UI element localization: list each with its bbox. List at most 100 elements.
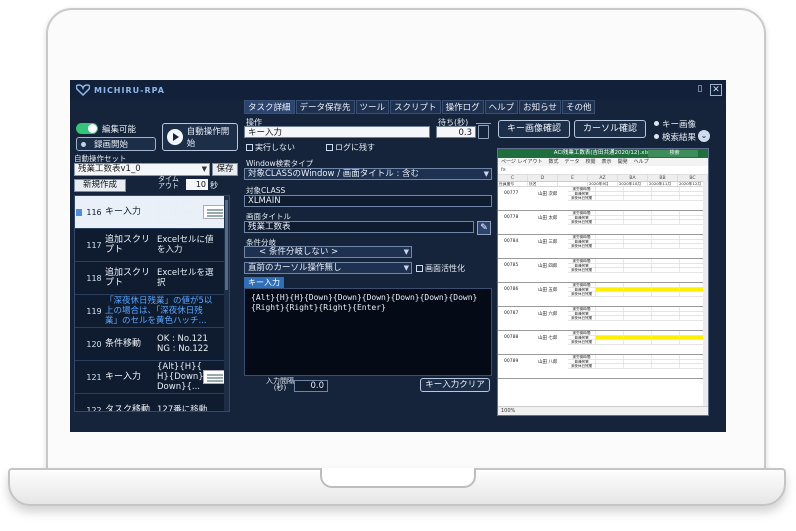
key-image-check-button[interactable]: キー画像確認 (498, 120, 570, 138)
excel-row-label: 普通残業 (568, 191, 596, 196)
log-box[interactable] (326, 144, 333, 151)
log-checkbox[interactable]: ログに残す (326, 142, 375, 153)
cursor-check-button[interactable]: カーソル確認 (574, 120, 646, 138)
search-result-radio-label: 検索結果 (662, 133, 697, 143)
excel-employee-id: 00787 (504, 311, 519, 316)
excel-cell (624, 268, 652, 272)
operation-field[interactable]: キー入力 (244, 126, 430, 138)
record-button-label: 録画開始 (94, 140, 129, 150)
task-description: Excelセルを選 択 (157, 268, 214, 288)
excel-employee-id: 00785 (504, 263, 519, 268)
excel-cell (596, 244, 624, 248)
excel-row-label: 深夜休日残業 (568, 364, 596, 368)
excel-employee-group: 00788 山田 七郎 実労働時間 普通残業 深夜休日残業 (498, 331, 708, 355)
excel-menu-item: 開発 (617, 159, 628, 165)
no-exec-box[interactable] (246, 144, 253, 151)
task-name: 条件移動 (105, 339, 142, 349)
excel-row-label: 普通残業 (568, 287, 596, 292)
excel-cell (624, 235, 652, 239)
record-button[interactable]: 録画開始 (76, 137, 156, 151)
tab-1[interactable]: データ保存先 (295, 100, 355, 114)
excel-cell (596, 263, 624, 268)
excel-header-cell (558, 182, 588, 186)
excel-status-bar: 100% (498, 406, 708, 415)
task-row[interactable]: 119 「深夜休日残業」の値が5以 上の場合は、「深夜休日残 業」のセルを黄色ハッ… (75, 295, 229, 328)
excel-cell (596, 215, 624, 220)
set-select[interactable]: 残業工数表v1_0 ▼ (74, 163, 210, 176)
activate-checkbox[interactable]: 画面活性化 (416, 263, 465, 274)
task-row[interactable]: 122 タスク移動 127番に移動 (75, 394, 229, 411)
auto-operation-button[interactable]: 自動操作開始 (162, 123, 238, 151)
excel-cell (624, 331, 652, 335)
chevron-down-icon: ▼ (201, 165, 207, 173)
task-number: 118 (86, 273, 102, 283)
task-row[interactable]: 120 条件移動 OK : No.121 NG : No.122 (75, 328, 229, 361)
tab-6[interactable]: お知らせ (519, 100, 561, 114)
tab-3[interactable]: スクリプト (390, 100, 441, 114)
excel-row-label: 実労働時間 (568, 259, 596, 263)
task-row[interactable]: 116 キー入力 {Alt}{H}{ H}{Down}{ Down}{... (75, 196, 229, 229)
excel-cell (652, 340, 680, 344)
task-row[interactable]: 118 追加スクリプト Excelセルを選 択 (75, 262, 229, 295)
tab-4[interactable]: 操作ログ (441, 100, 484, 114)
task-list-scrollbar[interactable] (224, 196, 229, 411)
excel-menu-item: 数式 (548, 159, 559, 165)
excel-cell (596, 220, 624, 224)
tab-key-input[interactable]: キー入力 (244, 277, 284, 288)
excel-employee-name: 山田 次郎 (538, 192, 558, 197)
save-button[interactable]: 保存 (212, 163, 238, 176)
key-clear-button[interactable]: キー入力クリア (420, 378, 490, 392)
excel-cell (652, 307, 680, 311)
excel-cell (652, 239, 680, 244)
close-icon[interactable]: ✕ (710, 84, 722, 96)
task-row[interactable]: 121 キー入力 {Alt}{H}{ H}{Down}{ Down}{... (75, 361, 229, 394)
timeout-input[interactable]: 10 (186, 179, 208, 190)
class-field[interactable]: XLMAIN (244, 195, 492, 207)
trash-icon[interactable] (476, 123, 491, 139)
excel-employee-group: 00785 山田 四郎 実労働時間 普通残業 深夜休日残業 (498, 259, 708, 283)
cond-select[interactable]: < 条件分岐しない > ▼ (244, 246, 412, 258)
excel-cell (596, 292, 624, 296)
chevron-down-icon[interactable]: ⌄ (698, 130, 710, 142)
wait-input[interactable]: 0.3 (436, 126, 476, 138)
tab-5[interactable]: ヘルプ (484, 100, 519, 114)
excel-cell (596, 196, 624, 200)
task-description: OK : No.121 NG : No.122 (157, 334, 209, 354)
excel-column-headers: C D E AZ BA BB BC (498, 175, 708, 182)
interval-input[interactable]: 0.0 (294, 380, 328, 392)
excel-row-label: 深夜休日残業 (568, 316, 596, 320)
excel-cell (624, 340, 652, 344)
excel-column-header: E (558, 175, 588, 181)
excel-cell (624, 187, 652, 191)
excel-employee-group: 00789 山田 八郎 実労働時間 普通残業 深夜休日残業 (498, 355, 708, 379)
tab-0[interactable]: タスク詳細 (244, 100, 295, 114)
task-row[interactable]: 117 追加スクリプト Excelセルに値 を入力 (75, 229, 229, 262)
excel-employee-group: 00786 山田 五郎 実労働時間 普通残業 深夜休日残業 (498, 283, 708, 307)
task-name: 追加スクリプト (105, 268, 151, 288)
excel-menu-item: 校閲 (585, 159, 596, 165)
excel-row-label: 実労働時間 (568, 211, 596, 215)
task-name: 追加スクリプト (105, 235, 151, 255)
key-input-area[interactable]: {Alt}{H}{H}{Down}{Down}{Down}{Down}{Down… (244, 288, 492, 376)
excel-cell (652, 331, 680, 335)
excel-employee-group: 00784 山田 三郎 実労働時間 普通残業 深夜休日残業 (498, 235, 708, 259)
title-field[interactable]: 残業工数表 (244, 221, 474, 233)
tab-7[interactable]: その他 (561, 100, 596, 114)
cursor-value: 直前のカーソル操作無し (248, 263, 342, 273)
excel-cell (624, 311, 652, 316)
new-button[interactable]: 新規作成 (74, 179, 126, 192)
key-image-radio[interactable]: キー画像 (654, 118, 696, 130)
pencil-icon[interactable]: ✎ (477, 221, 491, 235)
excel-cell (652, 187, 680, 191)
window-search-select[interactable]: 対象CLASSのWindow / 画面タイトル : 含む ▼ (244, 168, 492, 180)
excel-row-label: 実労働時間 (568, 355, 596, 359)
excel-cell-row: 深夜休日残業 (568, 244, 708, 249)
excel-employee-id: 00778 (504, 215, 519, 220)
search-result-radio[interactable]: 検索結果 (654, 131, 696, 143)
cursor-select[interactable]: 直前のカーソル操作無し ▼ (244, 262, 412, 274)
edit-toggle[interactable] (76, 123, 98, 134)
no-exec-checkbox[interactable]: 実行しない (246, 142, 295, 153)
mobile-icon[interactable]: ▯ (694, 84, 706, 96)
tab-2[interactable]: ツール (355, 100, 390, 114)
activate-box[interactable] (416, 265, 423, 272)
